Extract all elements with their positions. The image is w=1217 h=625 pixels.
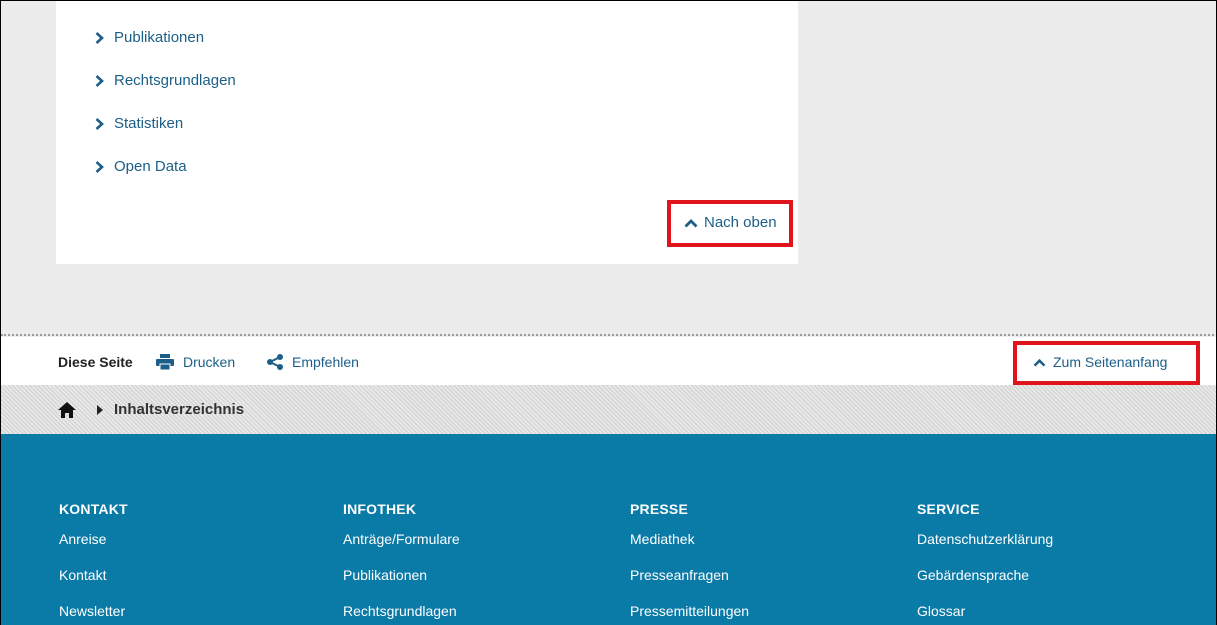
- share-icon: [267, 354, 283, 370]
- triangle-right-icon: [97, 405, 103, 415]
- footer-link[interactable]: Newsletter: [59, 603, 128, 625]
- link-statistiken[interactable]: Statistiken: [95, 115, 183, 132]
- footer-link[interactable]: Anträge/Formulare: [343, 531, 460, 567]
- link-label: Statistiken: [114, 115, 184, 132]
- link-rechtsgrundlagen[interactable]: Rechtsgrundlagen: [95, 72, 236, 89]
- page-tools-label: Diese Seite: [58, 354, 133, 370]
- footer-column-infothek: INFOTHEK Anträge/Formulare Publikationen…: [343, 501, 460, 625]
- recommend-button[interactable]: Empfehlen: [266, 354, 359, 370]
- link-open-data[interactable]: Open Data: [95, 158, 187, 175]
- footer-heading: INFOTHEK: [343, 501, 417, 517]
- link-label: Rechtsgrundlagen: [114, 72, 236, 89]
- footer-link[interactable]: Anreise: [59, 531, 128, 567]
- chevron-right-icon: [95, 74, 104, 87]
- footer-link[interactable]: Publikationen: [343, 567, 460, 603]
- link-label: Open Data: [114, 158, 187, 175]
- footer-column-kontakt: KONTAKT Anreise Kontakt Newsletter: [59, 501, 128, 625]
- footer-link[interactable]: Rechtsgrundlagen: [343, 603, 460, 625]
- print-button[interactable]: Drucken: [155, 354, 235, 370]
- footer-link[interactable]: Presseanfragen: [630, 567, 749, 603]
- footer-column-presse: PRESSE Mediathek Presseanfragen Pressemi…: [630, 501, 749, 625]
- home-icon[interactable]: [58, 402, 76, 418]
- footer-column-service: SERVICE Datenschutzerklärung Gebärdenspr…: [917, 501, 1053, 625]
- link-publikationen[interactable]: Publikationen: [95, 29, 204, 46]
- footer-link[interactable]: Datenschutzerklärung: [917, 531, 1053, 567]
- footer-heading: KONTAKT: [59, 501, 128, 517]
- printer-icon: [156, 354, 174, 370]
- chevron-right-icon: [95, 117, 104, 130]
- print-label: Drucken: [183, 354, 236, 370]
- breadcrumb: Inhaltsverzeichnis: [1, 385, 1216, 434]
- footer-link[interactable]: Pressemitteilungen: [630, 603, 749, 625]
- footer: KONTAKT Anreise Kontakt Newsletter INFOT…: [1, 434, 1216, 625]
- footer-heading: PRESSE: [630, 501, 688, 517]
- footer-link[interactable]: Gebärdensprache: [917, 567, 1053, 603]
- link-label: Publikationen: [114, 29, 205, 46]
- content-area: Publikationen Rechtsgrundlagen Statistik…: [1, 1, 1216, 334]
- chevron-right-icon: [95, 160, 104, 173]
- divider: [1, 334, 1216, 336]
- recommend-label: Empfehlen: [292, 354, 359, 370]
- breadcrumb-current: Inhaltsverzeichnis: [114, 401, 245, 418]
- footer-link[interactable]: Kontakt: [59, 567, 128, 603]
- highlight-box-nach-oben: [667, 200, 793, 247]
- page-frame: Publikationen Rechtsgrundlagen Statistik…: [0, 0, 1217, 625]
- highlight-box-zum-seitenanfang: [1013, 341, 1200, 385]
- footer-heading: SERVICE: [917, 501, 980, 517]
- chevron-right-icon: [95, 31, 104, 44]
- footer-link[interactable]: Mediathek: [630, 531, 749, 567]
- footer-link[interactable]: Glossar: [917, 603, 1053, 625]
